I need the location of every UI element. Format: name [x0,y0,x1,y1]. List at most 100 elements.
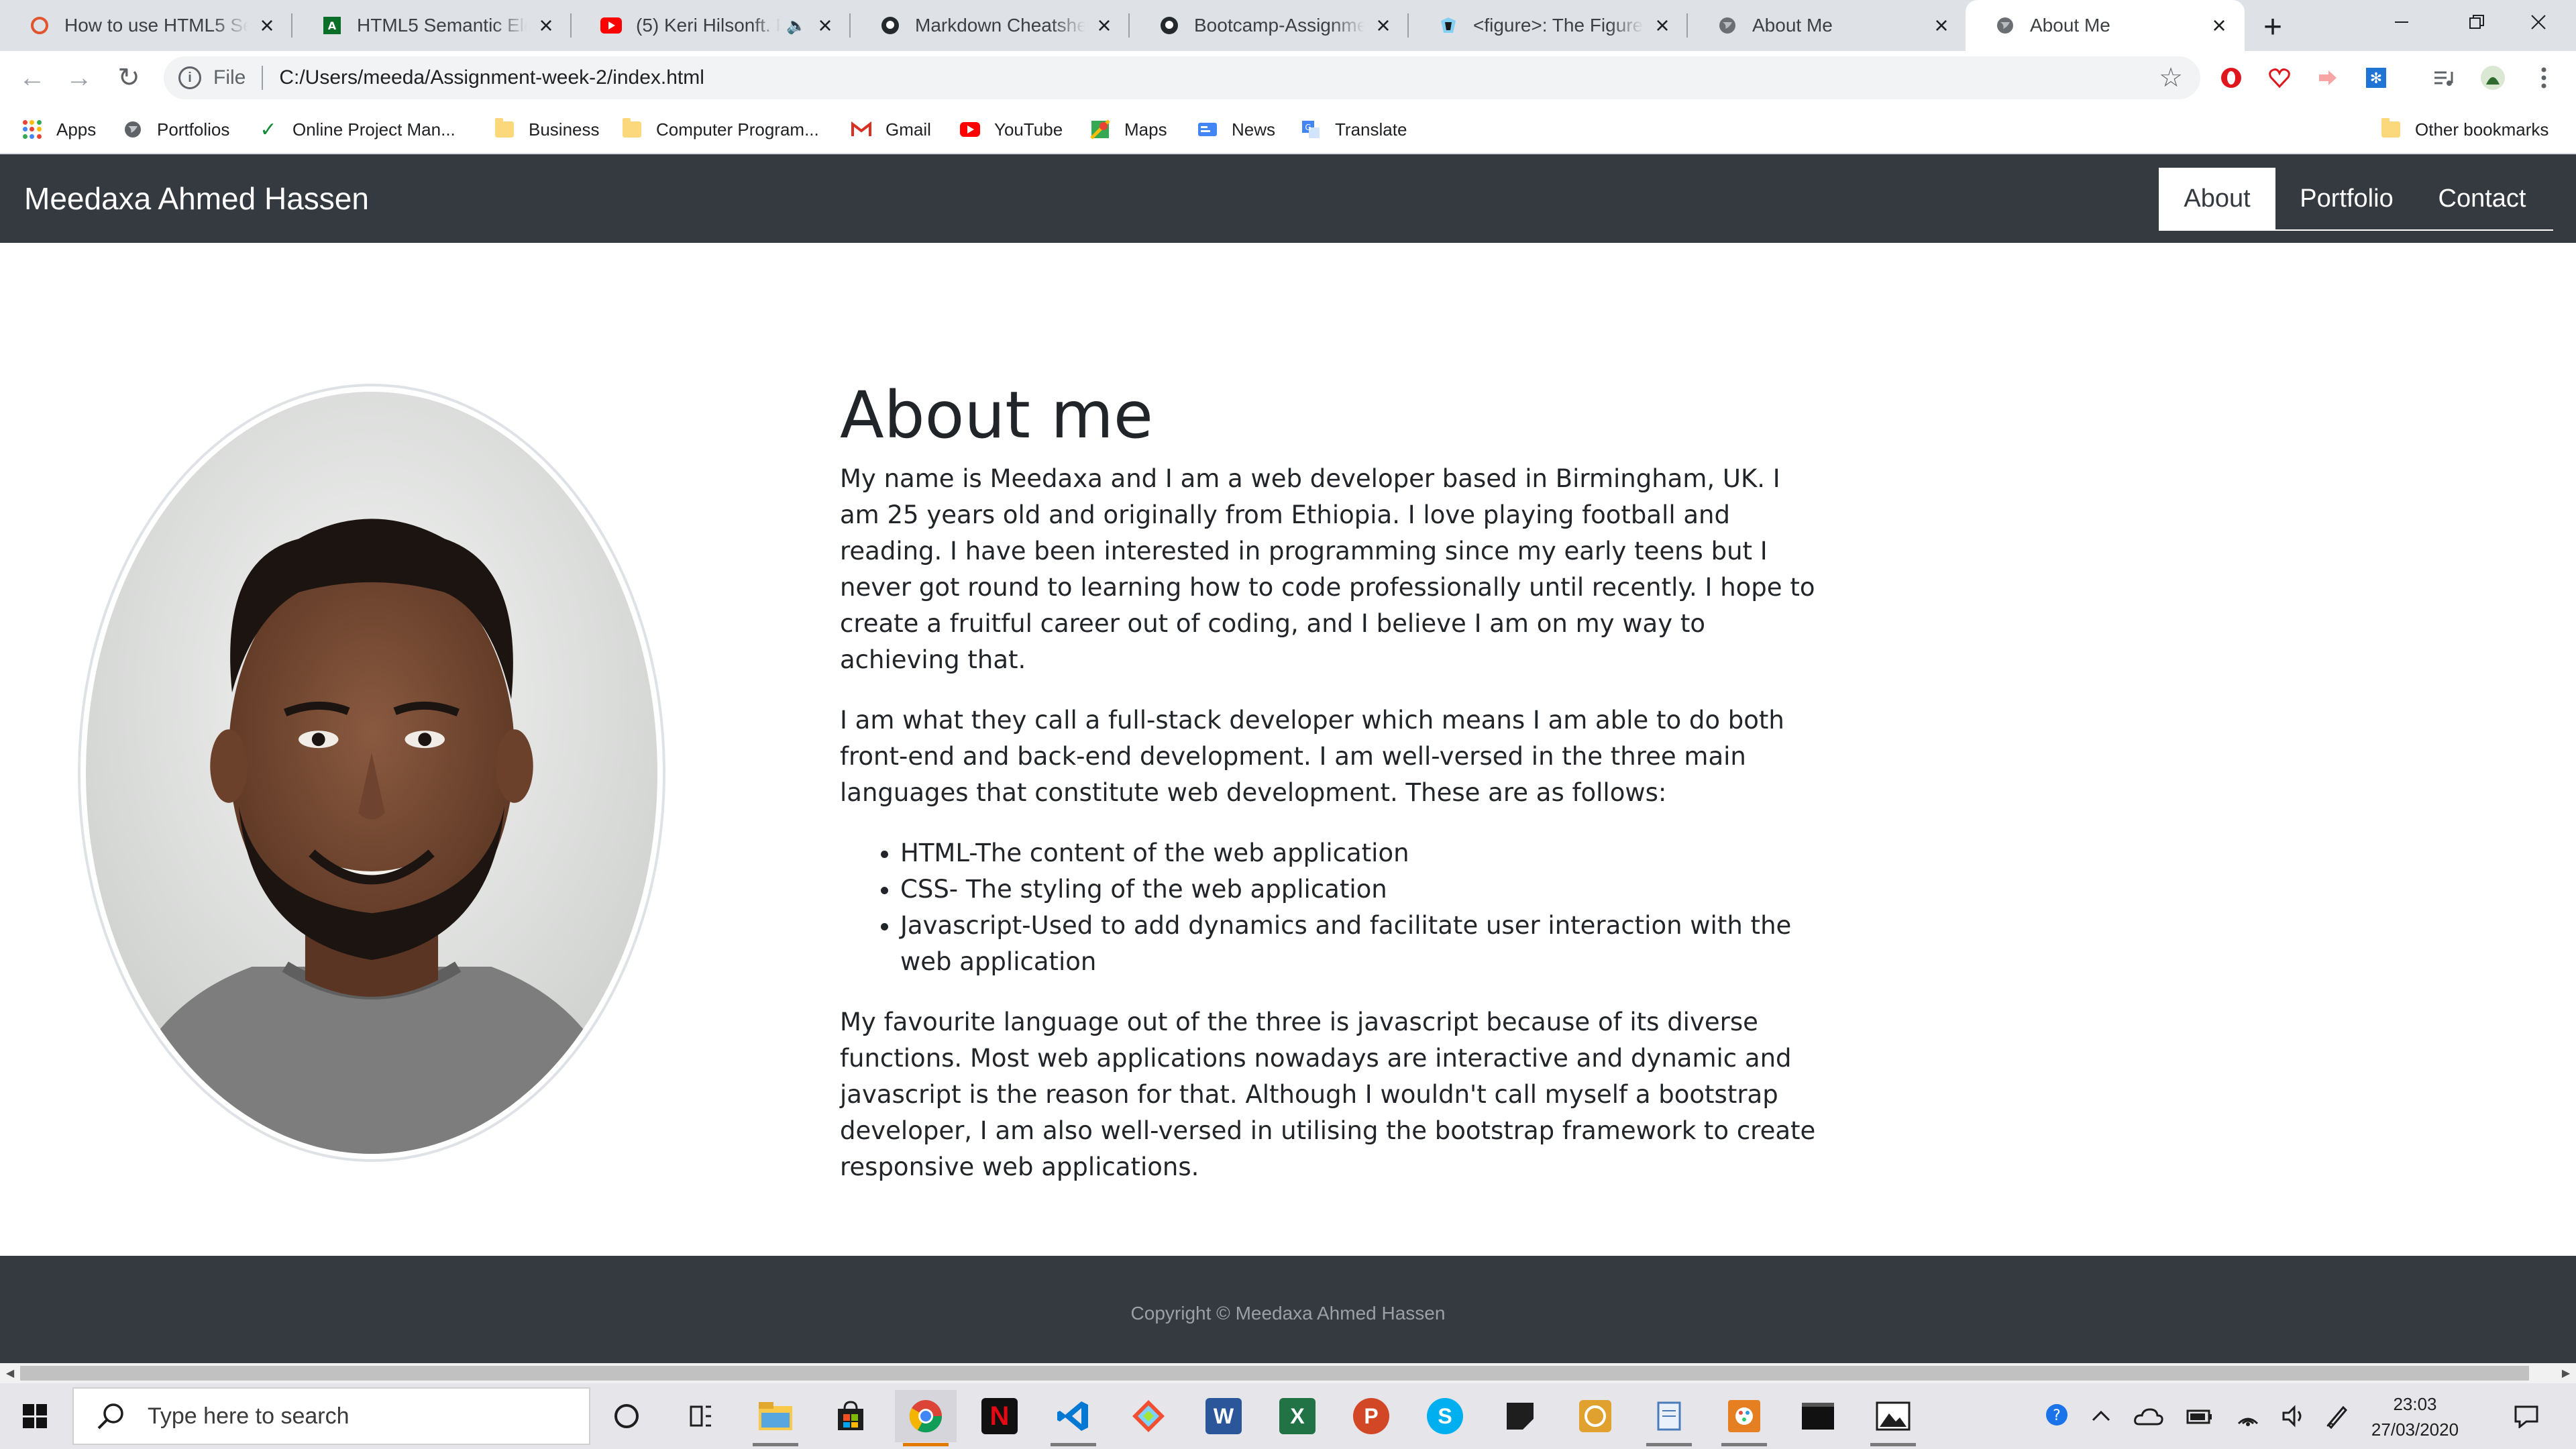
terminal-icon[interactable] [1787,1390,1849,1442]
nav-about[interactable]: About [2159,168,2275,229]
scroll-left-icon[interactable]: ◀ [0,1363,20,1383]
wifi-icon[interactable] [2226,1383,2270,1449]
system-clock[interactable]: 23:03 27/03/2020 [2348,1391,2482,1442]
info-icon[interactable]: i [178,66,201,89]
forward-arrow-icon[interactable]: → [58,56,101,99]
bookmark-translate[interactable]: G Translate [1300,114,1407,145]
back-arrow-icon[interactable]: ← [11,56,54,99]
translate-icon: G [1300,119,1322,140]
minimize-button[interactable] [2364,0,2439,44]
task-view-icon[interactable] [669,1390,731,1442]
scrollbar-thumb[interactable] [20,1366,2529,1381]
heart-extension-icon[interactable] [2262,60,2297,95]
excel-icon[interactable]: X [1267,1390,1328,1442]
paint-icon[interactable] [1713,1390,1775,1446]
close-icon[interactable]: × [813,13,837,38]
nav-underline [2159,229,2553,231]
running-indicator [1721,1443,1767,1446]
media-queue-icon[interactable] [2426,60,2461,95]
close-icon[interactable]: × [255,13,279,38]
skype-icon[interactable]: S [1414,1390,1476,1442]
menu-kebab-icon[interactable] [2526,60,2561,95]
main-content: About me My name is Meedaxa and I am a w… [0,243,2576,1256]
bookmark-star-icon[interactable]: ☆ [2159,62,2183,93]
bookmark-label: Business [529,119,600,140]
browser-tab[interactable]: Bootcamp-Assignment × [1130,0,1409,51]
arrow-extension-icon[interactable] [2310,60,2345,95]
speaker-icon[interactable]: 🔈 [786,15,806,36]
vscode-icon[interactable] [1042,1390,1104,1446]
close-icon[interactable]: × [1371,13,1395,38]
gitkraken-icon[interactable] [1118,1390,1179,1442]
nav-portfolio[interactable]: Portfolio [2281,168,2412,229]
start-button[interactable] [0,1383,70,1449]
bookmark-apps[interactable]: Apps [21,114,96,145]
bookmark-business[interactable]: Business [494,114,600,145]
profile-avatar[interactable] [2475,60,2510,95]
chevron-up-icon[interactable] [2082,1383,2120,1449]
skills-paragraph: I am what they call a full-stack develop… [840,706,1784,808]
file-explorer-icon[interactable] [745,1390,806,1446]
help-icon[interactable]: ? [2037,1383,2080,1449]
reload-icon[interactable]: ↻ [107,56,150,99]
close-window-button[interactable] [2501,0,2576,44]
close-icon[interactable]: × [1092,13,1116,38]
nav-contact[interactable]: Contact [2415,168,2549,229]
tab-title: HTML5 Semantic Elements [357,15,527,36]
horizontal-scrollbar[interactable]: ◀ ▶ [0,1363,2576,1383]
tab-title: About Me [2030,15,2110,36]
bookmark-youtube[interactable]: YouTube [959,114,1063,145]
snowflake-extension-icon[interactable]: ✻ [2359,60,2394,95]
close-icon[interactable]: × [1929,13,1953,38]
folder-icon [2380,118,2402,140]
bookmark-online-project[interactable]: ✓ Online Project Man... [258,114,455,145]
bookmark-portfolios[interactable]: Portfolios [122,114,229,145]
github-icon [879,14,902,37]
bookmark-maps[interactable]: Maps [1089,114,1167,145]
new-tab-button[interactable]: + [2254,8,2292,46]
bookmark-label: Online Project Man... [292,119,455,140]
photos-icon[interactable] [1862,1390,1924,1446]
cortana-icon[interactable] [596,1390,657,1442]
volume-icon[interactable] [2273,1383,2316,1449]
word-icon[interactable]: W [1193,1390,1254,1442]
close-icon[interactable]: × [534,13,558,38]
bookmark-label: YouTube [994,119,1063,140]
notepad-icon[interactable] [1638,1390,1700,1446]
browser-tab[interactable]: About Me × [1688,0,1967,51]
address-url[interactable]: C:/Users/meeda/Assignment-week-2/index.h… [279,66,2159,89]
browser-tab[interactable]: Markdown Cheatsheet × [851,0,1130,51]
windows-logo-icon [23,1404,47,1428]
whatsapp-icon[interactable] [1564,1390,1626,1442]
clock-time: 23:03 [2393,1394,2437,1414]
scroll-right-icon[interactable]: ▶ [2556,1363,2576,1383]
powerpoint-icon[interactable]: P [1340,1390,1402,1442]
globe-icon [1716,14,1739,37]
bookmark-label: Gmail [885,119,931,140]
opera-extension-icon[interactable] [2214,60,2249,95]
bookmark-other[interactable]: Other bookmarks [2380,114,2548,145]
netflix-icon[interactable]: N [969,1390,1030,1442]
address-bar[interactable]: i File C:/Users/meeda/Assignment-week-2/… [164,56,2200,99]
tab-title: <figure>: The Figure with [1473,15,1644,36]
store-icon[interactable] [820,1390,881,1442]
chrome-icon[interactable] [895,1390,957,1446]
browser-tab[interactable]: How to use HTML5 Semantic × [0,0,292,51]
bookmark-news[interactable]: News [1197,114,1275,145]
browser-tab[interactable]: (5) Keri Hilsonft. Kanye 🔈 × [572,0,851,51]
battery-icon[interactable] [2176,1383,2223,1449]
close-icon[interactable]: × [1650,13,1674,38]
browser-tab[interactable]: A HTML5 Semantic Elements × [292,0,572,51]
browser-tab-active[interactable]: About Me × [1966,0,2245,51]
bookmark-computer-program[interactable]: Computer Program... [621,114,819,145]
site-brand[interactable]: Meedaxa Ahmed Hassen [24,154,369,243]
taskbar-search[interactable]: Type here to search [72,1387,590,1445]
onedrive-icon[interactable] [2125,1383,2172,1449]
tab-title: About Me [1752,15,1833,36]
close-icon[interactable]: × [2207,13,2231,38]
browser-tab[interactable]: <figure>: The Figure with × [1409,0,1688,51]
bookmark-gmail[interactable]: Gmail [851,114,931,145]
notifications-icon[interactable] [2498,1383,2555,1449]
sticky-notes-icon[interactable] [1489,1390,1551,1442]
folder-icon [494,118,515,140]
